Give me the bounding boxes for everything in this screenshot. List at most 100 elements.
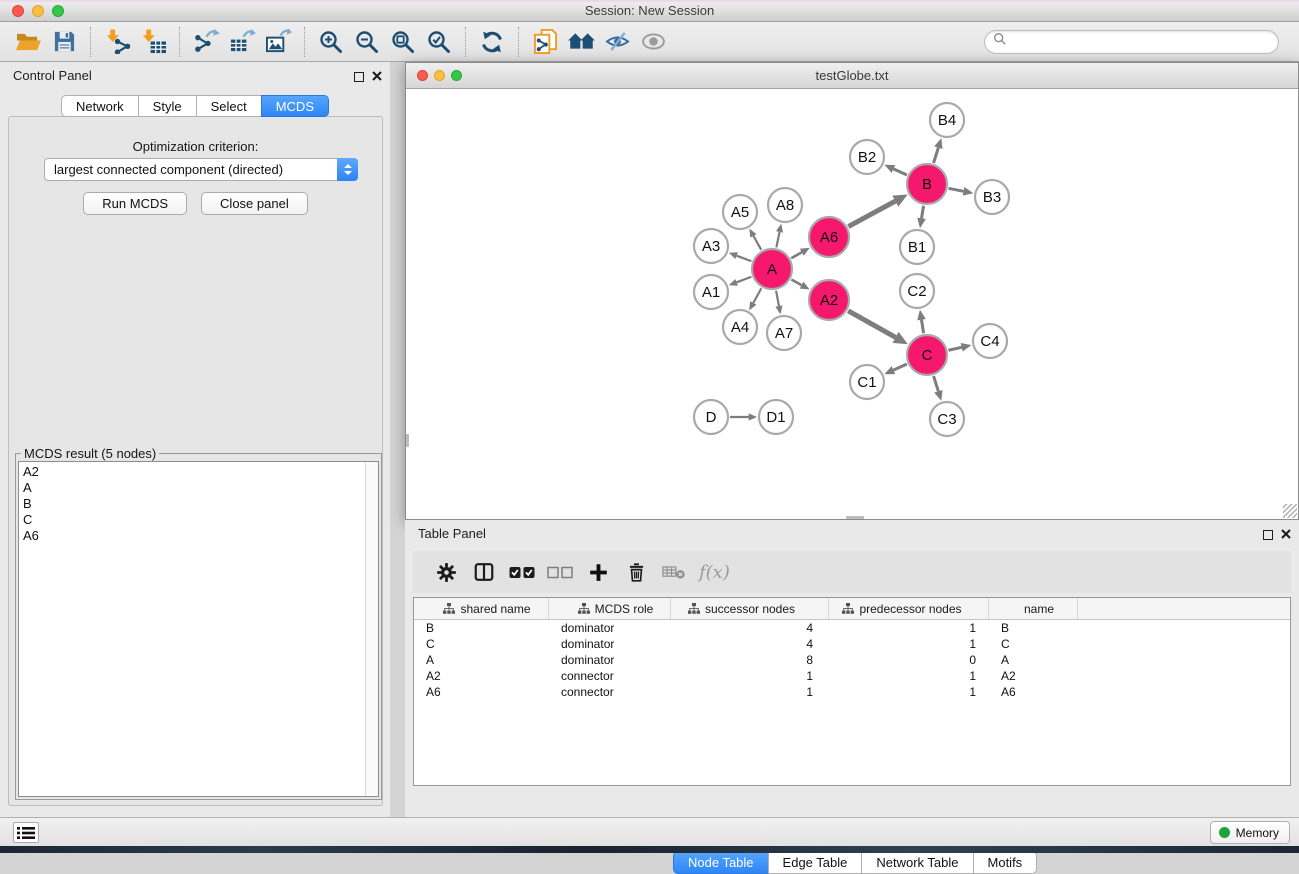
show-columns-icon[interactable] bbox=[467, 555, 501, 589]
graph-edge-B-B2[interactable] bbox=[893, 169, 906, 175]
result-scrollbar[interactable] bbox=[365, 462, 378, 796]
graph-edge-A-A8[interactable] bbox=[776, 232, 779, 248]
graph-node-label: D1 bbox=[766, 409, 785, 426]
zoom-out-icon[interactable] bbox=[349, 26, 385, 58]
toolbar-separator bbox=[465, 27, 466, 57]
table-row[interactable]: Adominator80A bbox=[414, 652, 1290, 668]
close-panel-icon[interactable] bbox=[372, 68, 382, 86]
column-header-name[interactable]: name bbox=[989, 598, 1078, 619]
table-row[interactable]: Cdominator41C bbox=[414, 636, 1290, 652]
first-neighbors-icon[interactable] bbox=[563, 26, 599, 58]
graph-edge-A-A2[interactable] bbox=[791, 280, 801, 286]
result-item[interactable]: A2 bbox=[23, 464, 365, 480]
graph-edge-B-B3[interactable] bbox=[949, 188, 964, 191]
add-column-icon[interactable] bbox=[581, 555, 615, 589]
graph-edge-A-A1[interactable] bbox=[737, 277, 752, 283]
result-item[interactable]: A6 bbox=[23, 528, 365, 544]
network-canvas[interactable]: B4B2BB3B1A5A8A6A3AA1A2A4A7C2C4CC1C3DD1 bbox=[406, 89, 1298, 519]
import-network-icon[interactable] bbox=[99, 26, 135, 58]
graph-edge-B-B1[interactable] bbox=[922, 206, 924, 219]
column-header-mcds-role[interactable]: MCDS role bbox=[549, 598, 671, 619]
column-header-filler bbox=[1078, 598, 1290, 619]
search-field[interactable] bbox=[984, 30, 1279, 54]
table-row[interactable]: A6connector11A6 bbox=[414, 684, 1290, 700]
graph-edge-A-A4[interactable] bbox=[753, 288, 761, 303]
settings-gear-icon[interactable] bbox=[429, 555, 463, 589]
export-image-icon[interactable] bbox=[260, 26, 296, 58]
export-table-icon[interactable] bbox=[224, 26, 260, 58]
search-input[interactable] bbox=[1007, 32, 1278, 52]
resize-grip[interactable] bbox=[1283, 504, 1297, 518]
vertical-scroll-thumb[interactable] bbox=[406, 434, 409, 447]
graph-edge-A-A6[interactable] bbox=[791, 252, 802, 258]
graph-edge-C-C4[interactable] bbox=[948, 347, 961, 350]
run-mcds-button[interactable]: Run MCDS bbox=[83, 192, 187, 215]
tab-node-table[interactable]: Node Table bbox=[673, 851, 769, 874]
open-file-icon[interactable] bbox=[10, 26, 46, 58]
result-item[interactable]: A bbox=[23, 480, 365, 496]
zoom-window-icon[interactable] bbox=[52, 5, 64, 17]
zoom-selected-icon[interactable] bbox=[421, 26, 457, 58]
graph-edge-C-C2[interactable] bbox=[921, 320, 923, 334]
column-header-successor-nodes[interactable]: successor nodes bbox=[671, 598, 829, 619]
graph-edge-C-C1[interactable] bbox=[893, 364, 906, 370]
table-panel-titlebar: Table Panel bbox=[405, 520, 1299, 546]
network-window-titlebar[interactable]: testGlobe.txt bbox=[406, 63, 1298, 89]
minimize-window-icon[interactable] bbox=[32, 5, 44, 17]
delete-table-icon bbox=[657, 555, 691, 589]
close-window-icon[interactable] bbox=[12, 5, 24, 17]
tab-network[interactable]: Network bbox=[61, 95, 139, 117]
column-header-predecessor-nodes[interactable]: predecessor nodes bbox=[829, 598, 989, 619]
close-table-panel-icon[interactable] bbox=[1281, 526, 1291, 544]
dropdown-stepper-icon bbox=[337, 158, 358, 181]
window-titlebar[interactable]: Session: New Session bbox=[0, 0, 1299, 22]
graph-node-label: C3 bbox=[937, 411, 956, 428]
task-history-button[interactable] bbox=[13, 822, 39, 843]
zoom-in-icon[interactable] bbox=[313, 26, 349, 58]
graph-edge-C-C3[interactable] bbox=[934, 376, 939, 391]
control-panel-title: Control Panel bbox=[13, 68, 92, 83]
column-header-shared-name[interactable]: shared name bbox=[414, 598, 549, 619]
horizontal-scroll-thumb[interactable] bbox=[846, 516, 864, 519]
show-hide-icon[interactable] bbox=[599, 26, 635, 58]
graph-arrowhead bbox=[729, 252, 738, 259]
graph-edge-A2-C[interactable] bbox=[848, 311, 895, 338]
eye-disabled-icon[interactable] bbox=[635, 26, 671, 58]
table-row[interactable]: Bdominator41B bbox=[414, 620, 1290, 636]
table-tabs: Node Table Edge Table Network Table Moti… bbox=[673, 851, 1037, 874]
tab-edge-table[interactable]: Edge Table bbox=[768, 851, 863, 874]
zoom-fit-icon[interactable] bbox=[385, 26, 421, 58]
close-network-icon[interactable] bbox=[417, 70, 428, 81]
float-table-panel-icon[interactable] bbox=[1263, 530, 1273, 540]
zoom-network-icon[interactable] bbox=[451, 70, 462, 81]
tab-mcds[interactable]: MCDS bbox=[261, 95, 329, 117]
close-panel-button[interactable]: Close panel bbox=[201, 192, 308, 215]
result-item[interactable]: B bbox=[23, 496, 365, 512]
criterion-dropdown[interactable]: largest connected component (directed) bbox=[44, 158, 358, 181]
memory-button[interactable]: Memory bbox=[1210, 821, 1290, 844]
tab-network-table[interactable]: Network Table bbox=[861, 851, 973, 874]
save-session-icon[interactable] bbox=[46, 26, 82, 58]
graph-edge-A-A3[interactable] bbox=[737, 256, 752, 262]
tab-motifs[interactable]: Motifs bbox=[973, 851, 1038, 874]
select-all-icon[interactable] bbox=[505, 555, 539, 589]
clone-network-icon[interactable] bbox=[527, 26, 563, 58]
float-panel-icon[interactable] bbox=[354, 72, 364, 82]
deselect-all-icon[interactable] bbox=[543, 555, 577, 589]
node-table: shared name MCDS role successor nodes pr… bbox=[413, 597, 1291, 786]
control-panel-titlebar: Control Panel bbox=[0, 62, 390, 88]
tab-style[interactable]: Style bbox=[138, 95, 197, 117]
tab-select[interactable]: Select bbox=[196, 95, 262, 117]
minimize-network-icon[interactable] bbox=[434, 70, 445, 81]
delete-column-icon[interactable] bbox=[619, 555, 653, 589]
table-row[interactable]: A2connector11A2 bbox=[414, 668, 1290, 684]
graph-edge-A6-B[interactable] bbox=[848, 201, 895, 226]
graph-edge-A-A7[interactable] bbox=[776, 291, 779, 306]
table-panel-title: Table Panel bbox=[418, 526, 486, 541]
import-table-icon[interactable] bbox=[135, 26, 171, 58]
refresh-layout-icon[interactable] bbox=[474, 26, 510, 58]
graph-edge-A-A5[interactable] bbox=[753, 236, 761, 250]
export-network-icon[interactable] bbox=[188, 26, 224, 58]
graph-edge-B-B4[interactable] bbox=[934, 148, 939, 163]
result-item[interactable]: C bbox=[23, 512, 365, 528]
